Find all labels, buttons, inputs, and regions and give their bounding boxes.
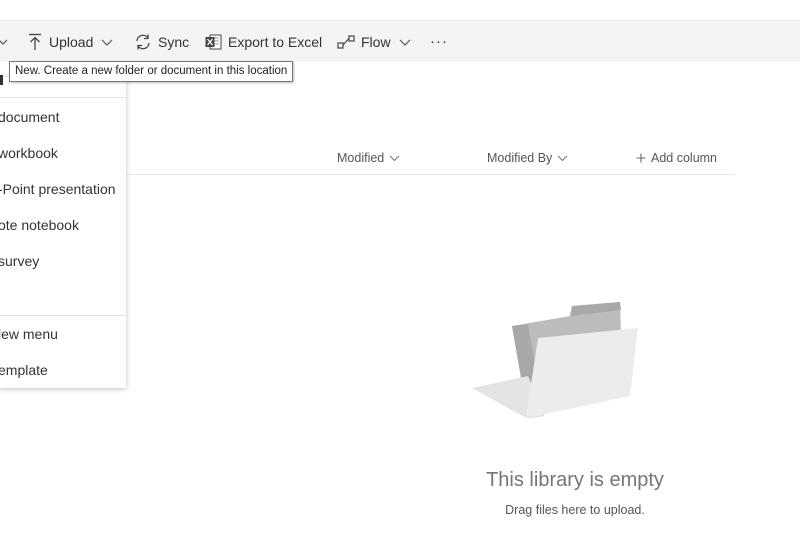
empty-state-subtitle: Drag files here to upload. [505,503,645,517]
flow-label: Flow [361,33,391,50]
column-header-label: Modified [337,151,385,165]
tooltip-pointer [0,75,3,85]
command-bar: Upload Sync Export to Excel Flow ··· [0,20,800,62]
menu-item-label: emplate [0,362,48,378]
new-tooltip: New. Create a new folder or document in … [9,61,294,82]
flow-button[interactable]: Flow [337,21,411,62]
export-label: Export to Excel [228,33,323,50]
menu-item-label: lew menu [0,326,58,342]
export-to-excel-button[interactable]: Export to Excel [205,21,322,62]
sync-icon [136,34,150,49]
top-strip [0,0,800,20]
empty-folder-icon [472,302,638,418]
upload-icon [29,33,41,50]
sync-button[interactable]: Sync [134,21,189,62]
menu-item-label: document [0,109,60,125]
menu-item-label: survey [0,253,40,269]
menu-item-label: -Point presentation [0,181,116,197]
new-dropdown-chevron[interactable] [0,21,8,62]
header-divider [127,174,735,175]
chevron-down-icon [399,39,410,46]
menu-divider [0,97,126,98]
add-column-label: Add column [651,151,718,165]
menu-item-powerpoint-presentation[interactable]: -Point presentation [0,173,126,205]
menu-item-edit-new-menu[interactable]: lew menu [0,318,126,350]
sync-label: Sync [158,33,190,50]
menu-item-onenote-notebook[interactable]: ote notebook [0,209,126,241]
flow-icon [337,34,355,49]
upload-label: Upload [49,33,94,50]
new-dropdown-menu: document workbook -Point presentation ot… [0,77,126,388]
excel-icon [205,34,222,49]
ellipsis-icon: ··· [430,33,448,50]
empty-state-title: This library is empty [486,469,664,491]
tooltip-text: New. Create a new folder or document in … [15,65,288,77]
column-header-label: Modified By [487,151,553,165]
chevron-down-icon [389,155,400,162]
menu-item-label: workbook [0,145,58,161]
menu-separator [0,315,126,316]
chevron-down-icon [557,155,568,162]
column-header-modified[interactable]: Modified [337,147,400,169]
menu-item-word-document[interactable]: document [0,101,126,133]
menu-item-excel-workbook[interactable]: workbook [0,137,126,169]
menu-item-forms-survey[interactable]: survey [0,245,126,277]
chevron-down-icon [101,39,113,46]
menu-item-label: ote notebook [0,217,79,233]
more-options-button[interactable]: ··· [430,21,448,62]
menu-item-add-template[interactable]: emplate [0,354,126,386]
chevron-down-icon [0,39,8,45]
add-column-button[interactable]: Add column [636,147,717,169]
plus-icon [636,153,646,163]
column-header-modified-by[interactable]: Modified By [487,147,568,169]
upload-button[interactable]: Upload [27,21,113,62]
